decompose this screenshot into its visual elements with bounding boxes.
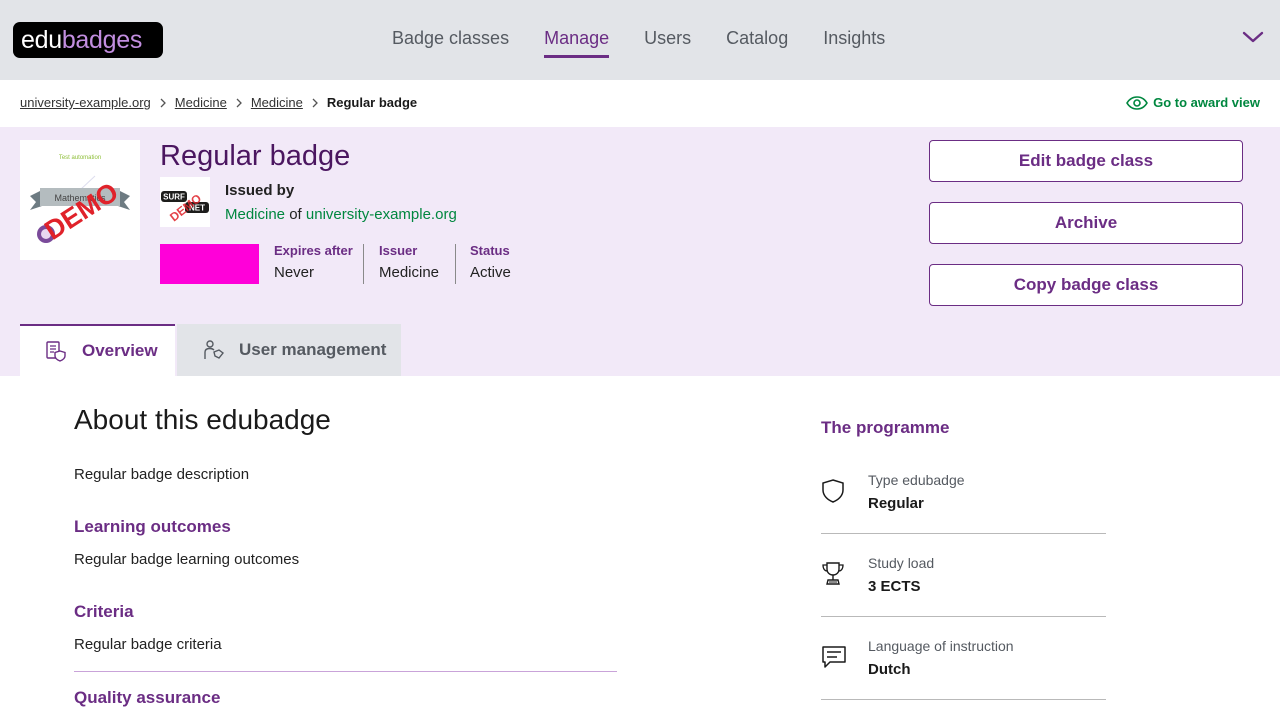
about-title: About this edubadge (74, 404, 331, 435)
edubadges-logo[interactable]: edu badges (13, 22, 163, 58)
issued-by-line: Medicine of university-example.org (225, 206, 457, 223)
meta-divider (363, 244, 364, 284)
language-value: Dutch (868, 661, 911, 678)
surfnet-logo: SURF NET DEMO (161, 191, 209, 224)
breadcrumb-faculty[interactable]: Medicine (175, 95, 227, 110)
badge-image-top-text: Test automation (59, 155, 101, 161)
issuer-value: Medicine (379, 264, 440, 281)
award-view-label: Go to award view (1153, 95, 1260, 110)
tab-user-management-label: User management (239, 340, 387, 359)
breadcrumb: university-example.org Medicine Medicine… (20, 95, 417, 110)
copy-badge-class-button[interactable]: Copy badge class (929, 264, 1243, 306)
surf-text: SURF (163, 193, 185, 202)
meta-divider (455, 244, 456, 284)
nav-catalog[interactable]: Catalog (726, 28, 788, 58)
issued-by-label: Issued by (225, 182, 295, 199)
logo-text-badges: badges (61, 25, 143, 54)
status-label: Status (470, 243, 510, 258)
faculty-link[interactable]: Medicine (225, 206, 285, 223)
criteria-heading: Criteria (74, 602, 134, 621)
issuer-logo: SURF NET DEMO (160, 177, 210, 227)
chevron-down-icon[interactable] (1242, 30, 1264, 44)
quality-assurance-heading: Quality assurance (74, 688, 221, 707)
programme-title: The programme (821, 418, 950, 437)
tab-user-management[interactable]: User management (177, 324, 401, 376)
chevron-right-icon (160, 98, 166, 107)
tab-overview-label: Overview (82, 341, 158, 360)
language-label: Language of instruction (868, 638, 1014, 654)
go-to-award-view-link[interactable]: Go to award view (1126, 95, 1260, 110)
badge-artwork: Test automation Mathematics DEMO (30, 155, 130, 246)
eye-icon (1126, 95, 1149, 110)
expires-value: Never (274, 264, 315, 281)
status-value: Active (470, 264, 511, 281)
type-label: Type edubadge (868, 472, 965, 488)
study-load-value: 3 ECTS (868, 578, 921, 595)
nav-manage[interactable]: Manage (544, 28, 610, 58)
chevron-right-icon (236, 98, 242, 107)
programme-language: Language of instruction Dutch (821, 617, 1106, 700)
user-management-icon (204, 340, 224, 359)
type-value: Regular (868, 495, 924, 512)
tab-overview[interactable]: Overview (20, 324, 175, 376)
demo-stamp-text: DEMO (39, 177, 123, 246)
institution-link[interactable]: university-example.org (306, 206, 457, 223)
badge-color-swatch (160, 244, 259, 284)
criteria-text: Regular badge criteria (74, 636, 222, 653)
shield-icon (822, 479, 844, 503)
badge-title: Regular badge (160, 140, 351, 172)
learning-outcomes-text: Regular badge learning outcomes (74, 551, 300, 568)
nav-badge-classes[interactable]: Badge classes (392, 28, 509, 58)
section-divider (74, 671, 617, 672)
meta-issuer: Issuer Medicine (379, 243, 439, 281)
trophy-icon (822, 562, 844, 585)
chevron-right-icon (312, 98, 318, 107)
chat-icon (822, 646, 846, 668)
issued-by-of: of (289, 206, 302, 223)
edit-badge-class-button[interactable]: Edit badge class (929, 140, 1243, 182)
logo-text-edu: edu (21, 25, 62, 54)
breadcrumb-bar: university-example.org Medicine Medicine… (0, 80, 1280, 127)
main-nav: Badge classes Manage Users Catalog Insig… (392, 28, 920, 58)
programme-study-load: Study load 3 ECTS (821, 534, 1106, 617)
archive-button[interactable]: Archive (929, 202, 1243, 244)
nav-insights[interactable]: Insights (823, 28, 885, 58)
badge-image: Test automation Mathematics DEMO (20, 140, 140, 260)
breadcrumb-issuer[interactable]: Medicine (251, 95, 303, 110)
breadcrumb-current: Regular badge (326, 95, 418, 110)
expires-label: Expires after (274, 243, 353, 258)
programme-type: Type edubadge Regular (821, 451, 1106, 534)
nav-users[interactable]: Users (644, 28, 691, 58)
study-load-label: Study load (868, 555, 935, 571)
top-navigation-bar: edu badges Badge classes Manage Users Cat… (0, 0, 1280, 80)
meta-expires: Expires after Never (274, 243, 353, 281)
meta-status: Status Active (470, 243, 511, 281)
overview-icon (46, 341, 66, 362)
learning-outcomes-heading: Learning outcomes (74, 517, 231, 536)
issuer-label: Issuer (379, 243, 418, 258)
breadcrumb-institution[interactable]: university-example.org (20, 95, 151, 110)
badge-description: Regular badge description (74, 466, 250, 483)
badge-hero: Test automation Mathematics DEMO Regular… (0, 127, 1280, 376)
